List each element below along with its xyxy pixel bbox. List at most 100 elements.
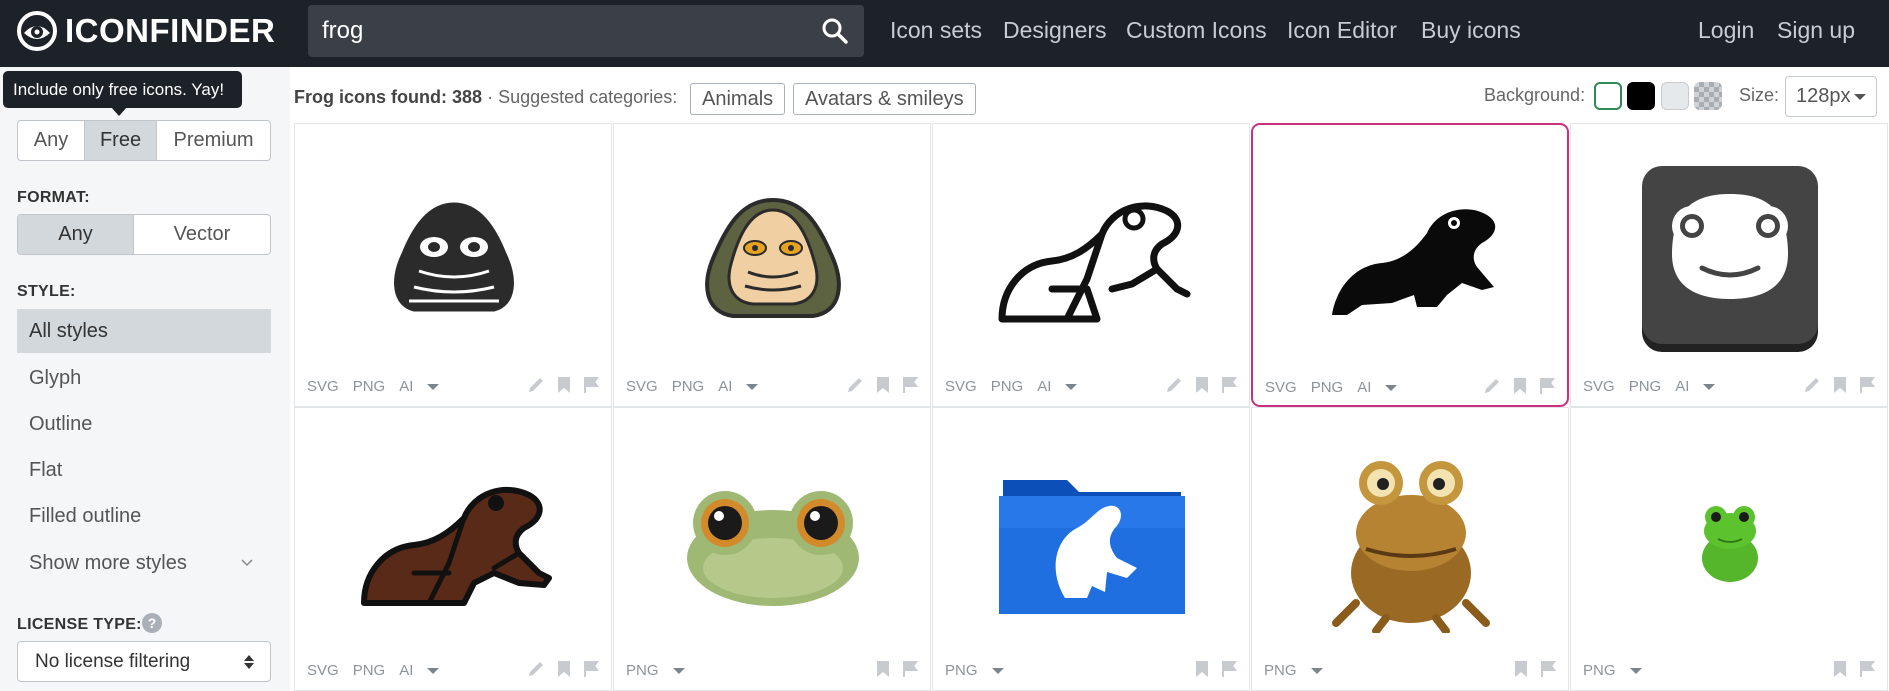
frog-3d-character-icon[interactable]	[1311, 443, 1511, 643]
bookmark-icon[interactable]	[1513, 377, 1527, 395]
icon-card[interactable]: SVG PNG AI	[1570, 123, 1888, 407]
bookmark-icon[interactable]	[1514, 660, 1528, 678]
bookmark-icon[interactable]	[876, 660, 890, 678]
nav-designers[interactable]: Designers	[1003, 17, 1107, 44]
iconfinder-logo[interactable]: ICONFINDER	[16, 8, 275, 54]
category-avatars-smileys[interactable]: Avatars & smileys	[793, 83, 976, 115]
bookmark-icon[interactable]	[557, 376, 571, 394]
bookmark-icon[interactable]	[1833, 660, 1847, 678]
size-select[interactable]: 128px	[1785, 76, 1877, 117]
frog-folder-icon[interactable]	[992, 443, 1192, 643]
icon-card[interactable]: PNG	[1570, 407, 1888, 691]
flag-icon[interactable]	[902, 376, 918, 394]
icon-card-selected[interactable]: SVG PNG AI	[1251, 123, 1569, 407]
background-black-swatch[interactable]	[1627, 82, 1655, 110]
flag-icon[interactable]	[902, 660, 918, 678]
format-png[interactable]: PNG	[1264, 662, 1297, 679]
download-options-caret-icon[interactable]	[672, 668, 685, 674]
nav-buy-icons[interactable]: Buy icons	[1421, 17, 1521, 44]
flag-icon[interactable]	[1540, 660, 1556, 678]
format-png[interactable]: PNG	[1583, 662, 1616, 679]
edit-pencil-icon[interactable]	[1483, 377, 1501, 395]
license-select[interactable]: No license filtering	[17, 641, 271, 682]
format-png[interactable]: PNG	[353, 378, 386, 395]
bookmark-icon[interactable]	[1195, 376, 1209, 394]
frog-outline-icon[interactable]	[992, 159, 1192, 359]
background-light-swatch[interactable]	[1661, 82, 1689, 110]
download-options-caret-icon[interactable]	[1385, 385, 1398, 391]
format-svg[interactable]: SVG	[626, 378, 658, 395]
frog-app-tile-icon[interactable]	[1630, 159, 1830, 359]
format-png[interactable]: PNG	[626, 662, 659, 679]
style-filled-outline[interactable]: Filled outline	[17, 494, 271, 538]
flag-icon[interactable]	[583, 376, 599, 394]
price-premium-button[interactable]: Premium	[157, 121, 270, 160]
download-options-caret-icon[interactable]	[1065, 384, 1078, 390]
frog-flat-blob-icon[interactable]	[673, 159, 873, 359]
bookmark-icon[interactable]	[1195, 660, 1209, 678]
icon-card[interactable]: PNG	[932, 407, 1250, 691]
flag-icon[interactable]	[1859, 376, 1875, 394]
edit-pencil-icon[interactable]	[527, 376, 545, 394]
flag-icon[interactable]	[1221, 376, 1237, 394]
format-svg[interactable]: SVG	[307, 378, 339, 395]
download-options-caret-icon[interactable]	[1310, 668, 1323, 674]
flag-icon[interactable]	[1859, 660, 1875, 678]
format-ai[interactable]: AI	[1037, 378, 1051, 395]
style-flat[interactable]: Flat	[17, 448, 271, 492]
download-options-caret-icon[interactable]	[746, 384, 759, 390]
format-png[interactable]: PNG	[945, 662, 978, 679]
format-png[interactable]: PNG	[991, 378, 1024, 395]
style-glyph[interactable]: Glyph	[17, 356, 271, 400]
download-options-caret-icon[interactable]	[427, 384, 440, 390]
frog-small-green-icon[interactable]	[1630, 443, 1830, 643]
format-png[interactable]: PNG	[353, 662, 386, 679]
bookmark-icon[interactable]	[876, 376, 890, 394]
format-svg[interactable]: SVG	[945, 378, 977, 395]
format-png[interactable]: PNG	[1311, 379, 1344, 396]
format-ai[interactable]: AI	[1675, 378, 1689, 395]
format-svg[interactable]: SVG	[1265, 379, 1297, 396]
icon-card[interactable]: SVG PNG AI	[932, 123, 1250, 407]
frog-glyph-icon[interactable]	[1312, 160, 1512, 360]
background-transparent-swatch[interactable]	[1694, 82, 1722, 110]
format-ai[interactable]: AI	[399, 662, 413, 679]
download-options-caret-icon[interactable]	[1629, 668, 1642, 674]
frog-glyph-blob-icon[interactable]	[354, 159, 554, 359]
flag-icon[interactable]	[1221, 660, 1237, 678]
format-ai[interactable]: AI	[399, 378, 413, 395]
help-icon[interactable]: ?	[142, 613, 162, 633]
nav-icon-sets[interactable]: Icon sets	[890, 17, 982, 44]
frog-filled-outline-icon[interactable]	[354, 443, 554, 643]
icon-card[interactable]: SVG PNG AI	[294, 407, 612, 691]
style-all[interactable]: All styles	[17, 309, 271, 353]
format-svg[interactable]: SVG	[307, 662, 339, 679]
icon-card[interactable]: PNG	[613, 407, 931, 691]
download-options-caret-icon[interactable]	[1703, 384, 1716, 390]
format-png[interactable]: PNG	[672, 378, 705, 395]
edit-pencil-icon[interactable]	[846, 376, 864, 394]
edit-pencil-icon[interactable]	[527, 660, 545, 678]
edit-pencil-icon[interactable]	[1803, 376, 1821, 394]
flag-icon[interactable]	[583, 660, 599, 678]
icon-card[interactable]: SVG PNG AI	[613, 123, 931, 407]
download-options-caret-icon[interactable]	[991, 668, 1004, 674]
format-vector-button[interactable]: Vector	[134, 215, 270, 254]
login-link[interactable]: Login	[1698, 17, 1754, 44]
format-any-button[interactable]: Any	[18, 215, 134, 254]
icon-card[interactable]: SVG PNG AI	[294, 123, 612, 407]
download-options-caret-icon[interactable]	[427, 668, 440, 674]
nav-custom-icons[interactable]: Custom Icons	[1126, 17, 1267, 44]
flag-icon[interactable]	[1539, 377, 1555, 395]
format-svg[interactable]: SVG	[1583, 378, 1615, 395]
nav-icon-editor[interactable]: Icon Editor	[1287, 17, 1397, 44]
icon-card[interactable]: PNG	[1251, 407, 1569, 691]
format-ai[interactable]: AI	[1357, 379, 1371, 396]
signup-link[interactable]: Sign up	[1777, 17, 1855, 44]
bookmark-icon[interactable]	[1833, 376, 1847, 394]
price-free-button[interactable]: Free	[85, 121, 157, 160]
search-icon[interactable]	[820, 16, 850, 46]
format-ai[interactable]: AI	[718, 378, 732, 395]
show-more-styles[interactable]: Show more styles	[17, 541, 271, 585]
category-animals[interactable]: Animals	[690, 83, 786, 115]
